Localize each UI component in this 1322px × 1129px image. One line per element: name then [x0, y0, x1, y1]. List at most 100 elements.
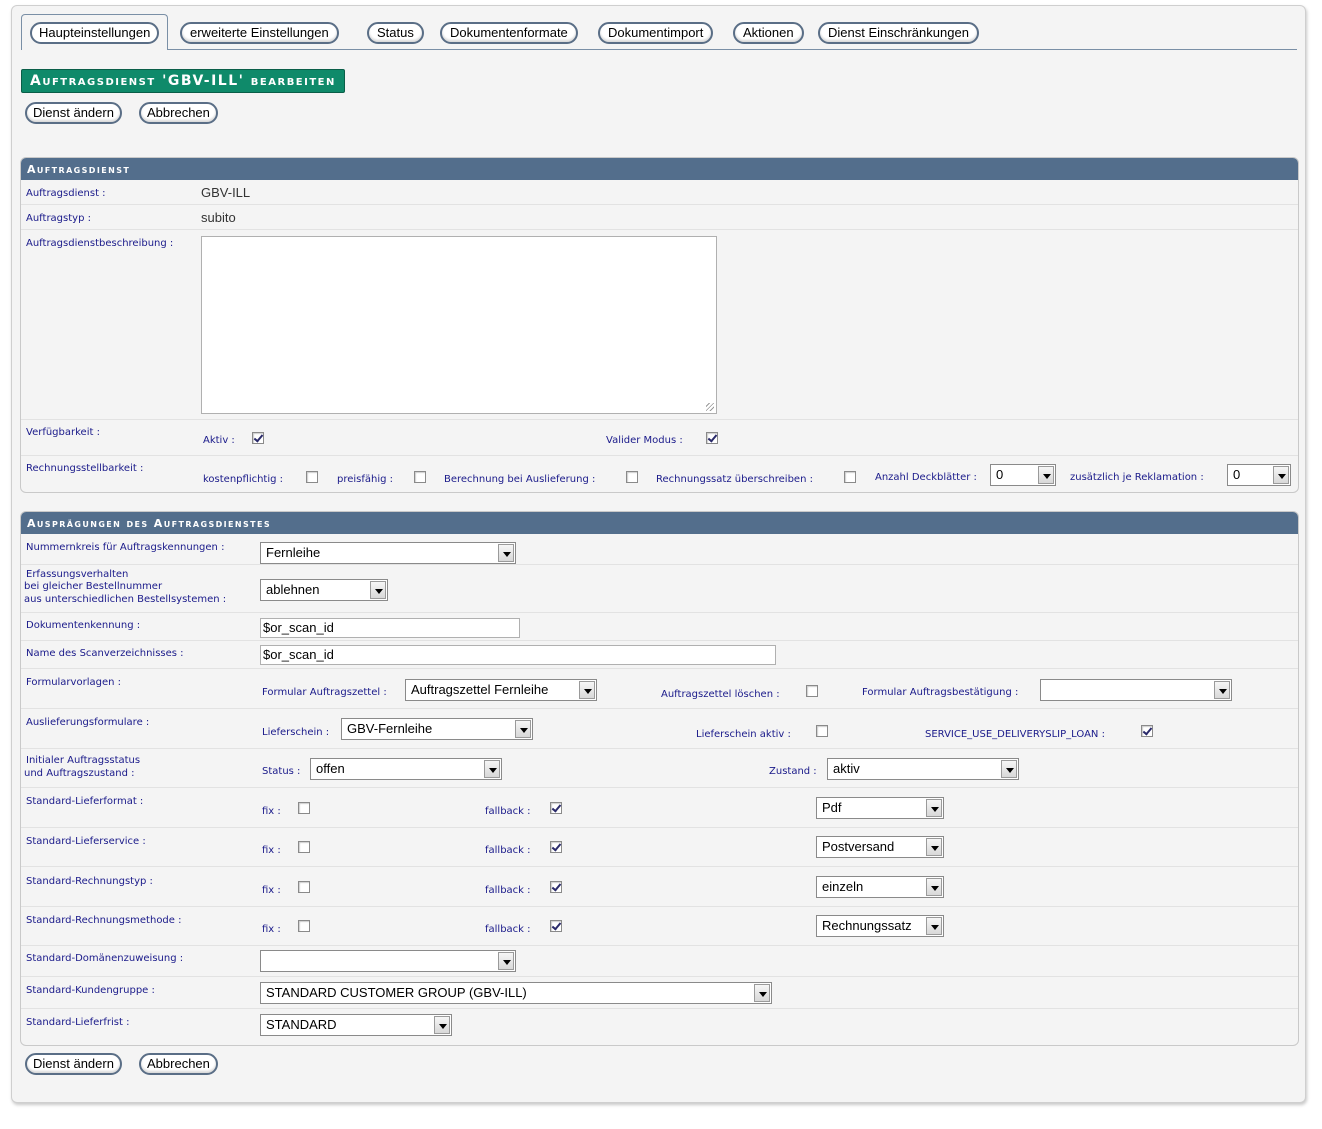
- chevron-down-icon: [926, 838, 942, 856]
- preisfaehig-checkbox[interactable]: [414, 471, 426, 483]
- beschreibung-textarea[interactable]: [201, 236, 717, 414]
- fix-checkbox[interactable]: [298, 920, 310, 932]
- status-select[interactable]: offen: [310, 758, 502, 780]
- row-initialer-status: Initialer Auftragsstatus und Auftragszus…: [21, 749, 1298, 788]
- row-std-rechnungstyp: Standard-Rechnungstyp : fix : fallback :…: [21, 867, 1298, 907]
- std-rechnungsmethode-select[interactable]: Rechnungssatz: [816, 915, 944, 937]
- row-std-lieferservice: Standard-Lieferservice : fix : fallback …: [21, 828, 1298, 867]
- std-lieferformat-select[interactable]: Pdf: [816, 797, 944, 819]
- deckblaetter-select[interactable]: 0: [990, 464, 1056, 486]
- fallback-checkbox[interactable]: [550, 881, 562, 893]
- tab-status[interactable]: Status: [367, 22, 424, 44]
- tab-dienst-einschraenkungen[interactable]: Dienst Einschränkungen: [818, 22, 979, 44]
- tab-dokumentimport[interactable]: Dokumentimport: [598, 22, 714, 44]
- fix-label: fix :: [262, 845, 281, 856]
- cancel-button[interactable]: Abbrechen: [139, 1053, 218, 1075]
- berechnung-label: Berechnung bei Auslieferung :: [444, 474, 596, 485]
- chevron-down-icon: [926, 878, 942, 896]
- formular-auftragszettel-label: Formular Auftragszettel :: [262, 687, 387, 698]
- reklamation-label: zusätzlich je Reklamation :: [1070, 472, 1204, 483]
- nummernkreis-select[interactable]: Fernleihe: [260, 542, 516, 564]
- std-lieferservice-select[interactable]: Postversand: [816, 836, 944, 858]
- scanverzeichnis-input[interactable]: $or_scan_id: [260, 645, 776, 665]
- save-button[interactable]: Dienst ändern: [25, 102, 122, 124]
- beschreibung-label: Auftragsdienstbeschreibung :: [26, 238, 174, 249]
- fix-label: fix :: [262, 806, 281, 817]
- formular-bestaetigung-select[interactable]: [1040, 679, 1232, 701]
- valider-modus-label: Valider Modus :: [606, 435, 683, 446]
- row-nummernkreis: Nummernkreis für Auftragskennungen : Fer…: [21, 534, 1298, 565]
- fix-checkbox[interactable]: [298, 802, 310, 814]
- chevron-down-icon: [926, 917, 942, 935]
- kostenpflichtig-checkbox[interactable]: [306, 471, 318, 483]
- fallback-checkbox[interactable]: [550, 920, 562, 932]
- auftragstyp-value: subito: [201, 210, 236, 225]
- dokumentenkennung-input[interactable]: $or_scan_id: [260, 618, 520, 638]
- std-kundengruppe-label: Standard-Kundengruppe :: [26, 985, 155, 996]
- chevron-down-icon: [498, 544, 514, 562]
- auftragszettel-loeschen-checkbox[interactable]: [806, 685, 818, 697]
- tab-erweiterte-einstellungen[interactable]: erweiterte Einstellungen: [180, 22, 339, 44]
- row-std-domaene: Standard-Domänenzuweisung :: [21, 946, 1298, 977]
- row-auftragsdienst: Auftragsdienst : GBV-ILL: [21, 180, 1298, 205]
- chevron-down-icon: [498, 952, 514, 970]
- fallback-label: fallback :: [485, 885, 531, 896]
- std-domaene-select[interactable]: [260, 950, 516, 972]
- std-domaene-label: Standard-Domänenzuweisung :: [26, 953, 184, 964]
- resize-grip-icon[interactable]: [706, 403, 714, 411]
- erfassung-label-2: bei gleicher Bestellnummer: [24, 581, 163, 592]
- lieferschein-aktiv-checkbox[interactable]: [816, 725, 828, 737]
- lieferschein-select[interactable]: GBV-Fernleihe: [341, 718, 533, 740]
- auftragstyp-label: Auftragstyp :: [26, 213, 91, 224]
- formular-auftragszettel-select[interactable]: Auftragszettel Fernleihe: [405, 679, 597, 701]
- erfassung-select[interactable]: ablehnen: [260, 579, 388, 601]
- fix-checkbox[interactable]: [298, 881, 310, 893]
- section-header: Ausprägungen des Auftragsdienstes: [21, 512, 1298, 534]
- erfassung-label-3: aus unterschiedlichen Bestellsystemen :: [24, 594, 227, 605]
- row-std-lieferformat: Standard-Lieferformat : fix : fallback :…: [21, 788, 1298, 828]
- row-auslieferungsformulare: Auslieferungsformulare : Lieferschein : …: [21, 709, 1298, 749]
- std-lieferfrist-label: Standard-Lieferfrist :: [26, 1017, 130, 1028]
- berechnung-checkbox[interactable]: [626, 471, 638, 483]
- aktiv-checkbox[interactable]: [252, 432, 264, 444]
- auftragsdienst-label: Auftragsdienst :: [26, 188, 106, 199]
- main-panel: Haupteinstellungen erweiterte Einstellun…: [11, 5, 1306, 1103]
- rechnungssatz-label: Rechnungssatz überschreiben :: [656, 474, 813, 485]
- preisfaehig-label: preisfähig :: [337, 474, 394, 485]
- fix-checkbox[interactable]: [298, 841, 310, 853]
- chevron-down-icon: [1214, 681, 1230, 699]
- zustand-select[interactable]: aktiv: [827, 758, 1019, 780]
- std-rechnungsmethode-label: Standard-Rechnungsmethode :: [26, 915, 182, 926]
- section-auftragsdienst: Auftragsdienst Auftragsdienst : GBV-ILL …: [20, 157, 1299, 493]
- cancel-button[interactable]: Abbrechen: [139, 102, 218, 124]
- initial-label-2: und Auftragszustand :: [24, 768, 135, 779]
- kostenpflichtig-label: kostenpflichtig :: [203, 474, 284, 485]
- fallback-checkbox[interactable]: [550, 802, 562, 814]
- deliveryslip-label: SERVICE_USE_DELIVERYSLIP_LOAN :: [925, 729, 1105, 740]
- tab-bar: Haupteinstellungen erweiterte Einstellun…: [21, 14, 1297, 50]
- reklamation-select[interactable]: 0: [1227, 464, 1291, 486]
- auftragsdienst-value: GBV-ILL: [201, 185, 251, 200]
- row-formularvorlagen: Formularvorlagen : Formular Auftragszett…: [21, 669, 1298, 709]
- save-button[interactable]: Dienst ändern: [25, 1053, 122, 1075]
- section-header: Auftragsdienst: [21, 158, 1298, 180]
- fallback-checkbox[interactable]: [550, 841, 562, 853]
- std-kundengruppe-select[interactable]: STANDARD CUSTOMER GROUP (GBV-ILL): [260, 982, 772, 1004]
- page-title: Auftragsdienst 'GBV-ILL' bearbeiten: [21, 69, 345, 93]
- deckblaetter-label: Anzahl Deckblätter :: [875, 472, 977, 483]
- tab-aktionen[interactable]: Aktionen: [733, 22, 804, 44]
- chevron-down-icon: [754, 984, 770, 1002]
- chevron-down-icon: [1001, 760, 1017, 778]
- valider-modus-checkbox[interactable]: [706, 432, 718, 444]
- deliveryslip-checkbox[interactable]: [1141, 725, 1153, 737]
- tab-dokumentenformate[interactable]: Dokumentenformate: [440, 22, 578, 44]
- rechnungssatz-checkbox[interactable]: [844, 471, 856, 483]
- row-rechnungsstellbarkeit: Rechnungsstellbarkeit : kostenpflichtig …: [21, 456, 1298, 494]
- std-lieferfrist-select[interactable]: STANDARD: [260, 1014, 452, 1036]
- row-beschreibung: Auftragsdienstbeschreibung :: [21, 230, 1298, 420]
- tab-haupteinstellungen[interactable]: Haupteinstellungen: [21, 14, 169, 50]
- dokumentenkennung-label: Dokumentenkennung :: [26, 620, 141, 631]
- chevron-down-icon: [484, 760, 500, 778]
- std-rechnungstyp-select[interactable]: einzeln: [816, 876, 944, 898]
- chevron-down-icon: [579, 681, 595, 699]
